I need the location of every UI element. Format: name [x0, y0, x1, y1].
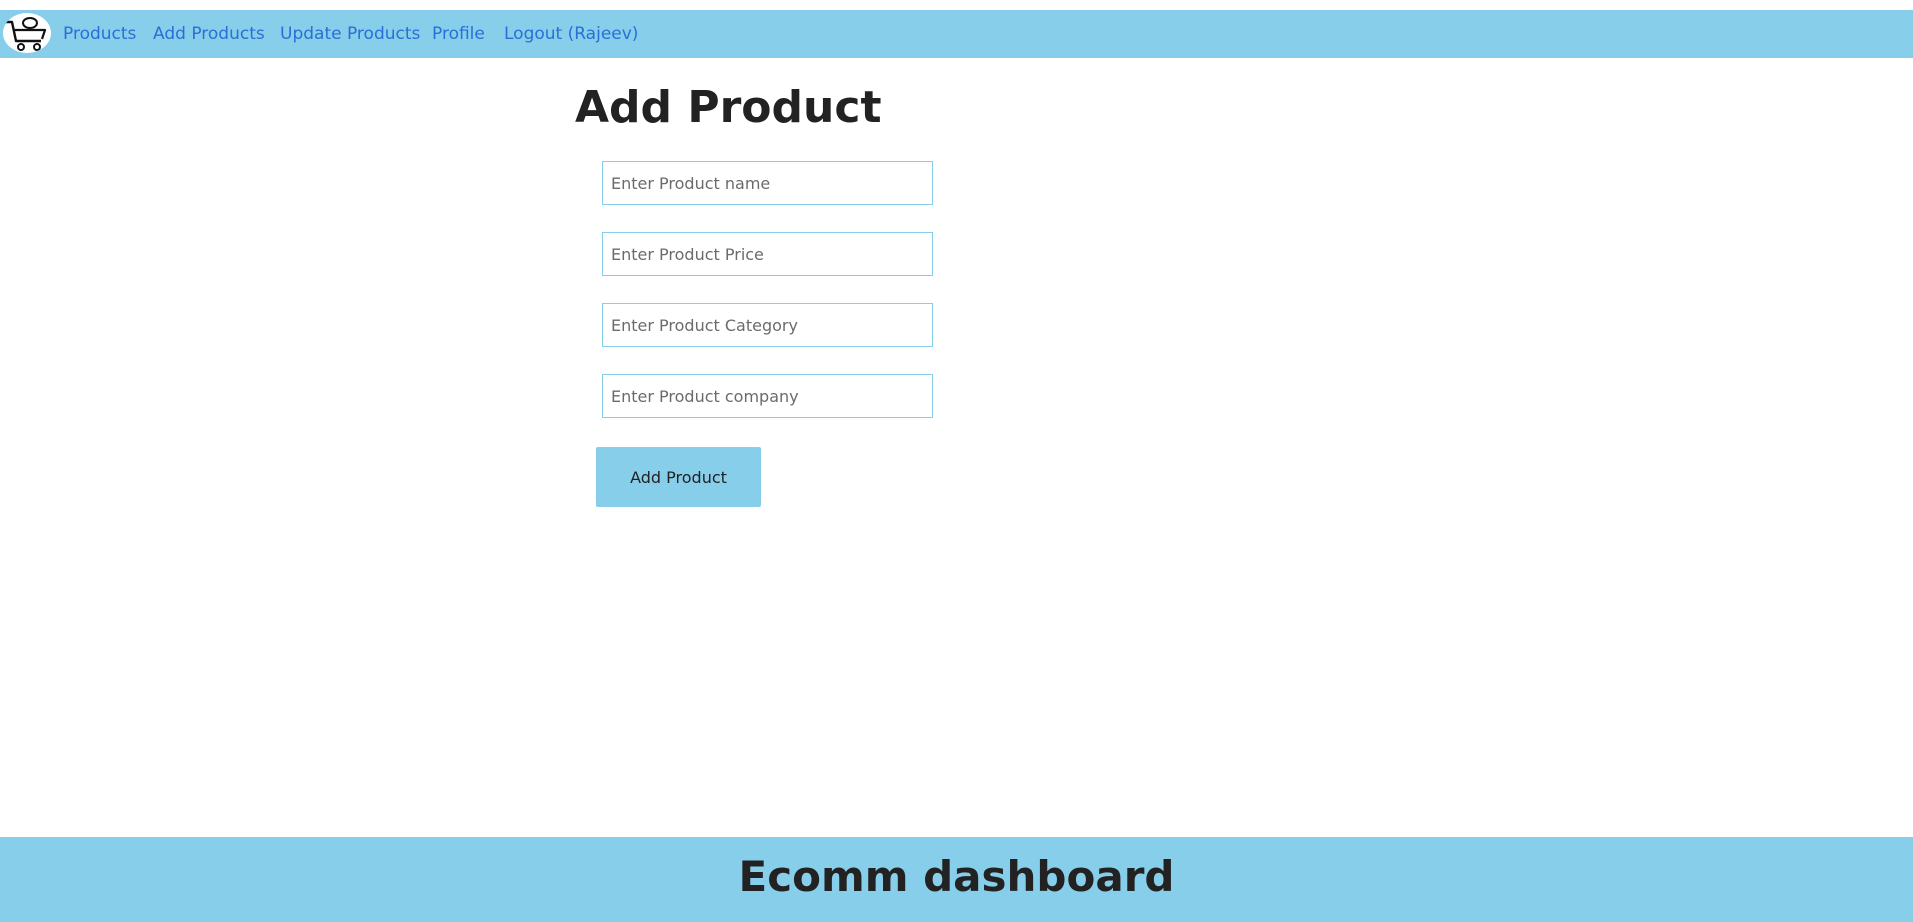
nav-link-logout[interactable]: Logout (Rajeev): [504, 24, 638, 44]
top-strip: [0, 0, 1913, 10]
cart-icon[interactable]: [3, 13, 51, 53]
product-company-input[interactable]: [602, 374, 933, 418]
nav-link-profile[interactable]: Profile: [432, 24, 485, 44]
navbar: Products Add Products Update Products Pr…: [0, 10, 1913, 58]
product-price-input[interactable]: [602, 232, 933, 276]
nav-link-update-products[interactable]: Update Products: [280, 24, 420, 44]
add-product-button[interactable]: Add Product: [596, 447, 761, 507]
footer: Ecomm dashboard: [0, 837, 1913, 922]
page-title: Add Product: [575, 82, 882, 133]
footer-title: Ecomm dashboard: [738, 852, 1175, 901]
nav-link-add-products[interactable]: Add Products: [153, 24, 265, 44]
product-name-input[interactable]: [602, 161, 933, 205]
nav-link-products[interactable]: Products: [63, 24, 136, 44]
product-category-input[interactable]: [602, 303, 933, 347]
